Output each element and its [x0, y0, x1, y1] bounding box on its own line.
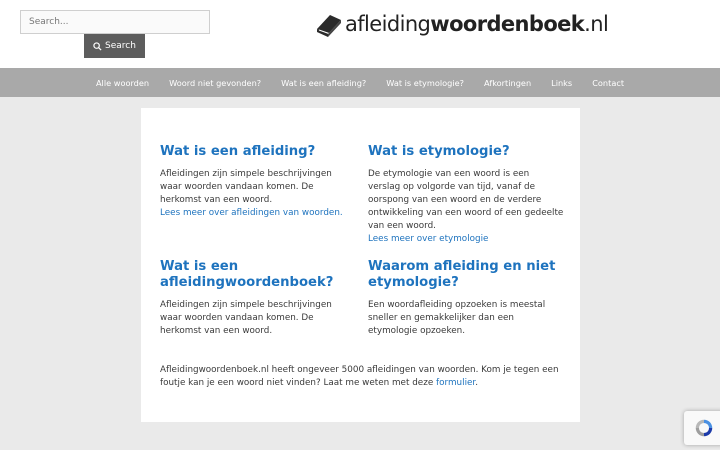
section-text: Afleidingen zijn simpele beschrijvingen …: [160, 169, 332, 205]
nav-item-alle-woorden[interactable]: Alle woorden: [86, 78, 159, 88]
nav-item-wat-is-etymologie[interactable]: Wat is etymologie?: [376, 78, 474, 88]
nav-item-links[interactable]: Links: [541, 78, 582, 88]
search-button-label: Search: [105, 41, 136, 51]
nav-item-contact[interactable]: Contact: [582, 78, 634, 88]
recaptcha-badge[interactable]: [684, 411, 720, 445]
nav-item-wat-is-een-afleiding[interactable]: Wat is een afleiding?: [271, 78, 376, 88]
section-etymologie: Wat is etymologie? De etymologie van een…: [368, 144, 564, 246]
site-logo[interactable]: afleidingwoordenboek.nl: [314, 8, 609, 40]
nav-item-afkortingen[interactable]: Afkortingen: [474, 78, 541, 88]
section-title: Wat is een afleiding?: [160, 144, 316, 159]
logo-text: afleidingwoordenboek.nl: [345, 12, 609, 36]
content-card: Wat is een afleiding? Afleidingen zijn s…: [141, 108, 580, 422]
search-icon: [93, 41, 102, 51]
section-text: Een woordafleiding opzoeken is meestal s…: [368, 300, 546, 336]
search-input[interactable]: [20, 10, 210, 34]
section-waarom: Waarom afleiding en niet etymologie? Een…: [368, 259, 564, 338]
book-icon: [317, 15, 341, 37]
main-navigation: Alle woorden Woord niet gevonden? Wat is…: [0, 68, 720, 97]
site-header: Search afleidingwoordenboek.nl: [0, 0, 720, 68]
recaptcha-icon: [695, 419, 713, 437]
read-more-afleidingen-link[interactable]: Lees meer over afleidingen van woorden.: [160, 207, 352, 220]
section-title: Wat is etymologie?: [368, 144, 510, 159]
read-more-etymologie-link[interactable]: Lees meer over etymologie: [368, 233, 564, 246]
site-summary: Afleidingwoordenboek.nl heeft ongeveer 5…: [160, 365, 559, 388]
search-button[interactable]: Search: [84, 34, 145, 58]
section-title: Wat is een afleidingwoordenboek?: [160, 259, 334, 290]
section-text: De etymologie van een woord is een versl…: [368, 169, 564, 231]
section-afleidingwoordenboek: Wat is een afleidingwoordenboek? Afleidi…: [160, 259, 352, 338]
contact-form-link[interactable]: formulier: [436, 378, 475, 388]
section-title: Waarom afleiding en niet etymologie?: [368, 259, 556, 290]
section-afleiding: Wat is een afleiding? Afleidingen zijn s…: [160, 144, 352, 220]
section-text: Afleidingen zijn simpele beschrijvingen …: [160, 300, 332, 336]
nav-item-woord-niet-gevonden[interactable]: Woord niet gevonden?: [159, 78, 271, 88]
